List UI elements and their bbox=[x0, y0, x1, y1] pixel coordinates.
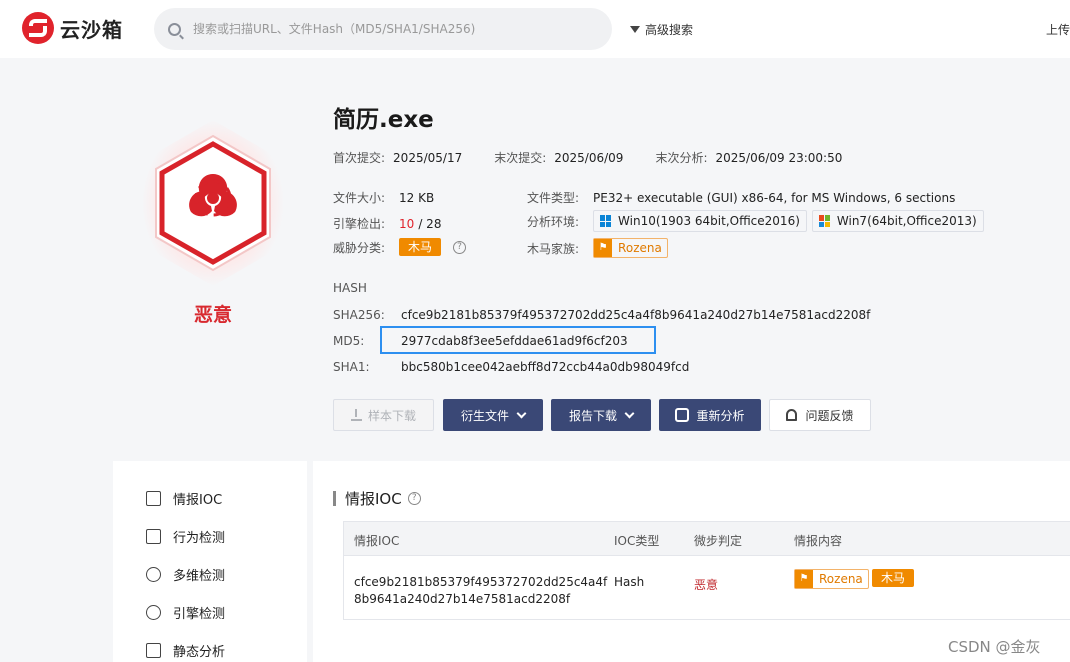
ioc-verdict: 恶意 bbox=[694, 578, 719, 592]
reanalyze-button[interactable]: 重新分析 bbox=[659, 399, 761, 431]
ioc-type: Hash bbox=[614, 575, 645, 589]
size-row: 文件大小: 12 KB bbox=[333, 189, 434, 206]
column-header: 微步判定 bbox=[694, 534, 743, 548]
first-submit-label: 首次提交: bbox=[333, 151, 386, 165]
engine-total: / 28 bbox=[418, 216, 442, 231]
file-name-title: 简历.exe bbox=[333, 107, 434, 133]
ioc-table: 情报IOC IOC类型 微步判定 情报内容 cfce9b2181b85379f4… bbox=[343, 521, 1070, 620]
section-bar bbox=[333, 491, 336, 506]
engine-row: 引擎检出: 10 / 28 bbox=[333, 215, 441, 232]
type-label: 文件类型: bbox=[527, 191, 580, 205]
bell-icon bbox=[786, 409, 798, 421]
env-row: 分析环境: Win10(1903 64bit,Office2016) Win7(… bbox=[527, 210, 984, 232]
sidebar-item-engine[interactable]: 引擎检测 bbox=[146, 603, 225, 622]
column-header: IOC类型 bbox=[614, 534, 660, 548]
logo-icon bbox=[22, 12, 54, 44]
size-value: 12 KB bbox=[399, 190, 435, 205]
derived-files-button[interactable]: 衍生文件 bbox=[443, 399, 543, 431]
advanced-search-link[interactable]: 高级搜索 bbox=[630, 21, 693, 38]
size-label: 文件大小: bbox=[333, 191, 386, 205]
chevron-down-icon bbox=[624, 408, 635, 418]
top-bar: 云沙箱 高级搜索 上传 bbox=[0, 0, 1070, 58]
document-icon bbox=[146, 643, 161, 658]
sidebar-item-multidimensional[interactable]: 多维检测 bbox=[146, 565, 225, 584]
advanced-search-label: 高级搜索 bbox=[645, 23, 694, 37]
verdict-label: 恶意 bbox=[193, 304, 232, 326]
last-submit-value: 2025/06/09 bbox=[554, 150, 624, 165]
submit-info-row: 首次提交: 2025/05/17 末次提交: 2025/06/09 末次分析: … bbox=[333, 149, 842, 166]
ioc-value-line2[interactable]: 8b9641a240d27b14e7581acd2208f bbox=[354, 592, 570, 606]
logo[interactable]: 云沙箱 bbox=[22, 12, 123, 44]
search-input[interactable] bbox=[193, 22, 593, 36]
logo-text: 云沙箱 bbox=[60, 17, 123, 42]
column-header: 情报IOC bbox=[354, 534, 400, 548]
sha1-row: SHA1: bbc580b1cee042aebff8d72ccb44a0db98… bbox=[333, 360, 689, 374]
family-label: 木马家族: bbox=[527, 241, 580, 256]
report-download-button[interactable]: 报告下载 bbox=[551, 399, 651, 431]
sha1-value[interactable]: bbc580b1cee042aebff8d72ccb44a0db98049fcd bbox=[401, 360, 689, 374]
checklist-icon bbox=[146, 491, 161, 506]
family-tag-label: Rozena bbox=[618, 241, 662, 255]
refresh-icon bbox=[675, 408, 690, 422]
help-icon[interactable]: ? bbox=[407, 492, 421, 505]
upload-link[interactable]: 上传 bbox=[1046, 21, 1070, 38]
env-label: 分析环境: bbox=[527, 214, 580, 229]
chevron-down-icon bbox=[516, 408, 527, 418]
md5-row: MD5: 2977cdab8f3ee5efddae61ad9f6cf203 bbox=[333, 334, 628, 348]
threat-label: 威胁分类: bbox=[333, 240, 386, 255]
column-header: 情报内容 bbox=[794, 534, 843, 548]
windows10-icon bbox=[600, 215, 612, 227]
sha256-label: SHA256: bbox=[333, 308, 385, 322]
engine-label: 引擎检出: bbox=[333, 217, 386, 231]
windows7-icon bbox=[818, 215, 831, 227]
env-win10[interactable]: Win10(1903 64bit,Office2016) bbox=[593, 210, 807, 232]
engine-detected: 10 bbox=[399, 216, 415, 231]
watermark: CSDN @金灰 bbox=[948, 638, 1041, 656]
last-submit-label: 末次提交: bbox=[494, 151, 547, 165]
sidebar-item-behavior[interactable]: 行为检测 bbox=[146, 527, 225, 546]
search-icon bbox=[168, 22, 181, 36]
last-analysis-label: 末次分析: bbox=[655, 151, 708, 165]
env-win10-label: Win10(1903 64bit,Office2016) bbox=[618, 214, 800, 228]
threat-tag[interactable]: 木马 bbox=[399, 238, 442, 256]
download-icon bbox=[350, 409, 362, 421]
type-value: PE32+ executable (GUI) x86-64, for MS Wi… bbox=[593, 190, 956, 205]
sha256-value[interactable]: cfce9b2181b85379f495372702dd25c4a4f8b964… bbox=[401, 308, 870, 322]
type-row: 文件类型: PE32+ executable (GUI) x86-64, for… bbox=[527, 189, 955, 206]
md5-label: MD5: bbox=[333, 334, 365, 348]
sha1-label: SHA1: bbox=[333, 360, 370, 374]
ioc-family-tag[interactable]: ⚑ Rozena bbox=[794, 569, 869, 589]
question-circle-icon bbox=[146, 605, 161, 620]
md5-value[interactable]: 2977cdab8f3ee5efddae61ad9f6cf203 bbox=[401, 334, 628, 348]
help-icon[interactable]: ? bbox=[453, 240, 467, 254]
feedback-button[interactable]: 问题反馈 bbox=[769, 399, 871, 431]
trojan-icon: ⚑ bbox=[795, 570, 813, 588]
env-win7[interactable]: Win7(64bit,Office2013) bbox=[811, 210, 984, 232]
radar-icon bbox=[146, 567, 161, 582]
sample-download-button[interactable]: 样本下载 bbox=[333, 399, 434, 431]
search-bar[interactable] bbox=[154, 8, 612, 50]
threat-row: 威胁分类: 木马 ? bbox=[333, 238, 467, 256]
first-submit-value: 2025/05/17 bbox=[393, 150, 463, 165]
sidebar-item-ioc[interactable]: 情报IOC bbox=[146, 489, 222, 508]
family-tag[interactable]: ⚑ Rozena bbox=[593, 238, 668, 258]
biohazard-badge-icon bbox=[142, 120, 284, 286]
sidebar-item-static[interactable]: 静态分析 bbox=[146, 641, 225, 660]
ioc-value-line1[interactable]: cfce9b2181b85379f495372702dd25c4a4f bbox=[354, 575, 607, 589]
family-row: 木马家族: ⚑ Rozena bbox=[527, 238, 668, 258]
sha256-row: SHA256: cfce9b2181b85379f495372702dd25c4… bbox=[333, 308, 870, 322]
sidebar: 情报IOC 行为检测 多维检测 引擎检测 静态分析 bbox=[113, 461, 307, 662]
ioc-threat-tag[interactable]: 木马 bbox=[872, 569, 915, 587]
trojan-icon: ⚑ bbox=[594, 239, 613, 257]
table-header: 情报IOC IOC类型 微步判定 情报内容 bbox=[344, 522, 1070, 556]
env-win7-label: Win7(64bit,Office2013) bbox=[836, 214, 977, 228]
section-title: 情报IOC ? bbox=[333, 488, 421, 509]
hash-section-label: HASH bbox=[333, 281, 367, 295]
ioc-panel: 情报IOC ? 情报IOC IOC类型 微步判定 情报内容 cfce9b2181… bbox=[313, 461, 1070, 662]
filter-icon bbox=[630, 26, 640, 33]
last-analysis-value: 2025/06/09 23:00:50 bbox=[715, 150, 843, 165]
chart-icon bbox=[146, 529, 161, 544]
